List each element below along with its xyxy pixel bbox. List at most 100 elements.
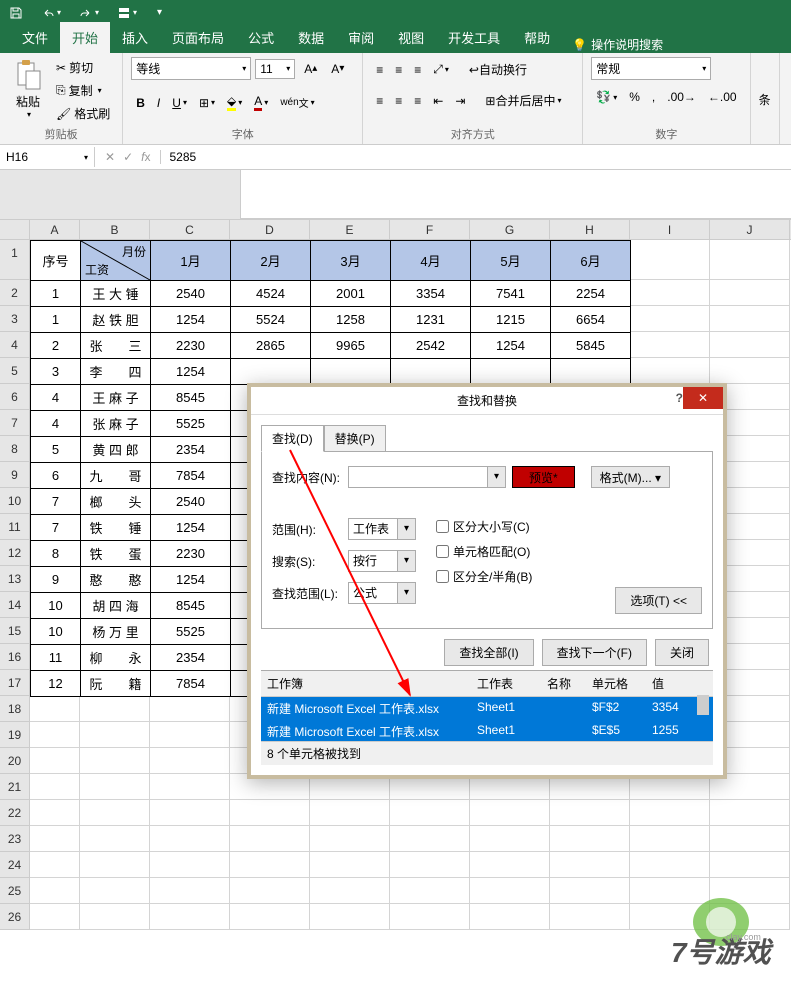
cell[interactable]: [30, 878, 80, 904]
orientation-icon[interactable]: ⤢▾: [428, 57, 454, 82]
cell-seq[interactable]: 8: [31, 541, 81, 567]
cell-value[interactable]: 1254: [151, 567, 231, 593]
tab-file[interactable]: 文件: [10, 22, 60, 53]
cell[interactable]: [710, 852, 790, 878]
tell-me-search[interactable]: 💡 操作说明搜索: [572, 36, 663, 53]
lookin-dropdown-icon[interactable]: ▾: [398, 582, 416, 604]
cell-value[interactable]: 2230: [151, 333, 231, 359]
name-box-input[interactable]: [6, 150, 66, 164]
row-header-10[interactable]: 10: [0, 488, 30, 514]
redo-icon[interactable]: ▾: [75, 4, 103, 22]
tab-insert[interactable]: 插入: [110, 22, 160, 53]
cell[interactable]: [630, 306, 710, 332]
cell-value[interactable]: 8545: [151, 385, 231, 411]
cell[interactable]: [80, 800, 150, 826]
cell-name[interactable]: 王 大 锤: [81, 281, 151, 307]
cell-value[interactable]: 9965: [311, 333, 391, 359]
border-button[interactable]: ⊞▾: [194, 90, 220, 115]
cell[interactable]: [390, 878, 470, 904]
cut-button[interactable]: ✂剪切: [52, 57, 114, 78]
cell-name[interactable]: 张 麻 子: [81, 411, 151, 437]
cell[interactable]: [630, 826, 710, 852]
cell[interactable]: [390, 852, 470, 878]
row-header-1[interactable]: 1: [0, 240, 30, 280]
col-name[interactable]: 名称: [541, 671, 586, 696]
cell[interactable]: [30, 774, 80, 800]
row-header-24[interactable]: 24: [0, 852, 30, 878]
fill-color-button[interactable]: ⬙▾: [222, 90, 247, 115]
cell[interactable]: [30, 904, 80, 930]
tab-dev[interactable]: 开发工具: [436, 22, 512, 53]
cell-seq[interactable]: 10: [31, 619, 81, 645]
cell[interactable]: [30, 696, 80, 722]
col-sheet[interactable]: 工作表: [471, 671, 541, 696]
col-cell[interactable]: 单元格: [586, 671, 646, 696]
cell[interactable]: [550, 826, 630, 852]
cell-seq[interactable]: 1: [31, 281, 81, 307]
match-case-checkbox[interactable]: [436, 520, 449, 533]
align-center-icon[interactable]: ≡: [390, 88, 407, 113]
cell-name[interactable]: 柳 永: [81, 645, 151, 671]
cell-value[interactable]: 7541: [471, 281, 551, 307]
name-box-dropdown-icon[interactable]: ▾: [84, 153, 88, 162]
decrease-font-icon[interactable]: A▾: [326, 58, 349, 80]
number-format-select[interactable]: 常规▾: [591, 57, 711, 80]
cell[interactable]: [710, 280, 790, 306]
cell-value[interactable]: [551, 359, 631, 385]
cell-seq[interactable]: 6: [31, 463, 81, 489]
within-dropdown-icon[interactable]: ▾: [398, 518, 416, 540]
cell[interactable]: [470, 800, 550, 826]
align-middle-icon[interactable]: ≡: [390, 57, 407, 82]
col-header-A[interactable]: A: [30, 220, 80, 239]
cell-value[interactable]: 8545: [151, 593, 231, 619]
result-row[interactable]: 新建 Microsoft Excel 工作表.xlsxSheet1$F$2335…: [261, 697, 713, 720]
row-header-23[interactable]: 23: [0, 826, 30, 852]
cell-seq[interactable]: 12: [31, 671, 81, 697]
cell-value[interactable]: 2540: [151, 281, 231, 307]
wrap-text-button[interactable]: ↩ 自动换行: [464, 57, 532, 82]
cell[interactable]: [710, 240, 790, 280]
row-header-22[interactable]: 22: [0, 800, 30, 826]
row-header-8[interactable]: 8: [0, 436, 30, 462]
cell[interactable]: [630, 280, 710, 306]
row-header-14[interactable]: 14: [0, 592, 30, 618]
cell-name[interactable]: 王 麻 子: [81, 385, 151, 411]
increase-decimal-icon[interactable]: .00→: [662, 86, 701, 108]
cell[interactable]: [80, 722, 150, 748]
col-header-B[interactable]: B: [80, 220, 150, 239]
cell-name[interactable]: 胡 四 海: [81, 593, 151, 619]
cell[interactable]: [80, 774, 150, 800]
cell[interactable]: [230, 826, 310, 852]
name-box[interactable]: ▾: [0, 147, 95, 167]
row-header-6[interactable]: 6: [0, 384, 30, 410]
cell[interactable]: [30, 852, 80, 878]
dialog-help-icon[interactable]: ?: [676, 391, 683, 405]
cell-name[interactable]: 黄 四 郎: [81, 437, 151, 463]
cell-value[interactable]: [391, 359, 471, 385]
cell-value[interactable]: 3354: [391, 281, 471, 307]
find-all-button[interactable]: 查找全部(I): [444, 639, 533, 666]
cell-value[interactable]: 1215: [471, 307, 551, 333]
cell-value[interactable]: 2254: [551, 281, 631, 307]
cell-value[interactable]: 4524: [231, 281, 311, 307]
dialog-titlebar[interactable]: 查找和替换 ? ✕: [251, 387, 723, 415]
cell-seq[interactable]: 10: [31, 593, 81, 619]
insert-function-icon[interactable]: fx: [141, 150, 150, 164]
cancel-formula-icon[interactable]: ✕: [105, 150, 115, 164]
col-header-F[interactable]: F: [390, 220, 470, 239]
cell-name[interactable]: 憨 憨: [81, 567, 151, 593]
row-header-13[interactable]: 13: [0, 566, 30, 592]
cell[interactable]: [710, 358, 790, 384]
percent-icon[interactable]: %: [624, 86, 645, 108]
options-button[interactable]: 选项(T) <<: [615, 587, 702, 614]
tab-view[interactable]: 视图: [386, 22, 436, 53]
cell[interactable]: [710, 332, 790, 358]
row-header-2[interactable]: 2: [0, 280, 30, 306]
row-header-19[interactable]: 19: [0, 722, 30, 748]
cell[interactable]: [150, 904, 230, 930]
cell-value[interactable]: 7854: [151, 671, 231, 697]
cell[interactable]: [550, 852, 630, 878]
cell-value[interactable]: 1258: [311, 307, 391, 333]
accounting-format-icon[interactable]: 💱▾: [591, 86, 622, 108]
col-header-C[interactable]: C: [150, 220, 230, 239]
